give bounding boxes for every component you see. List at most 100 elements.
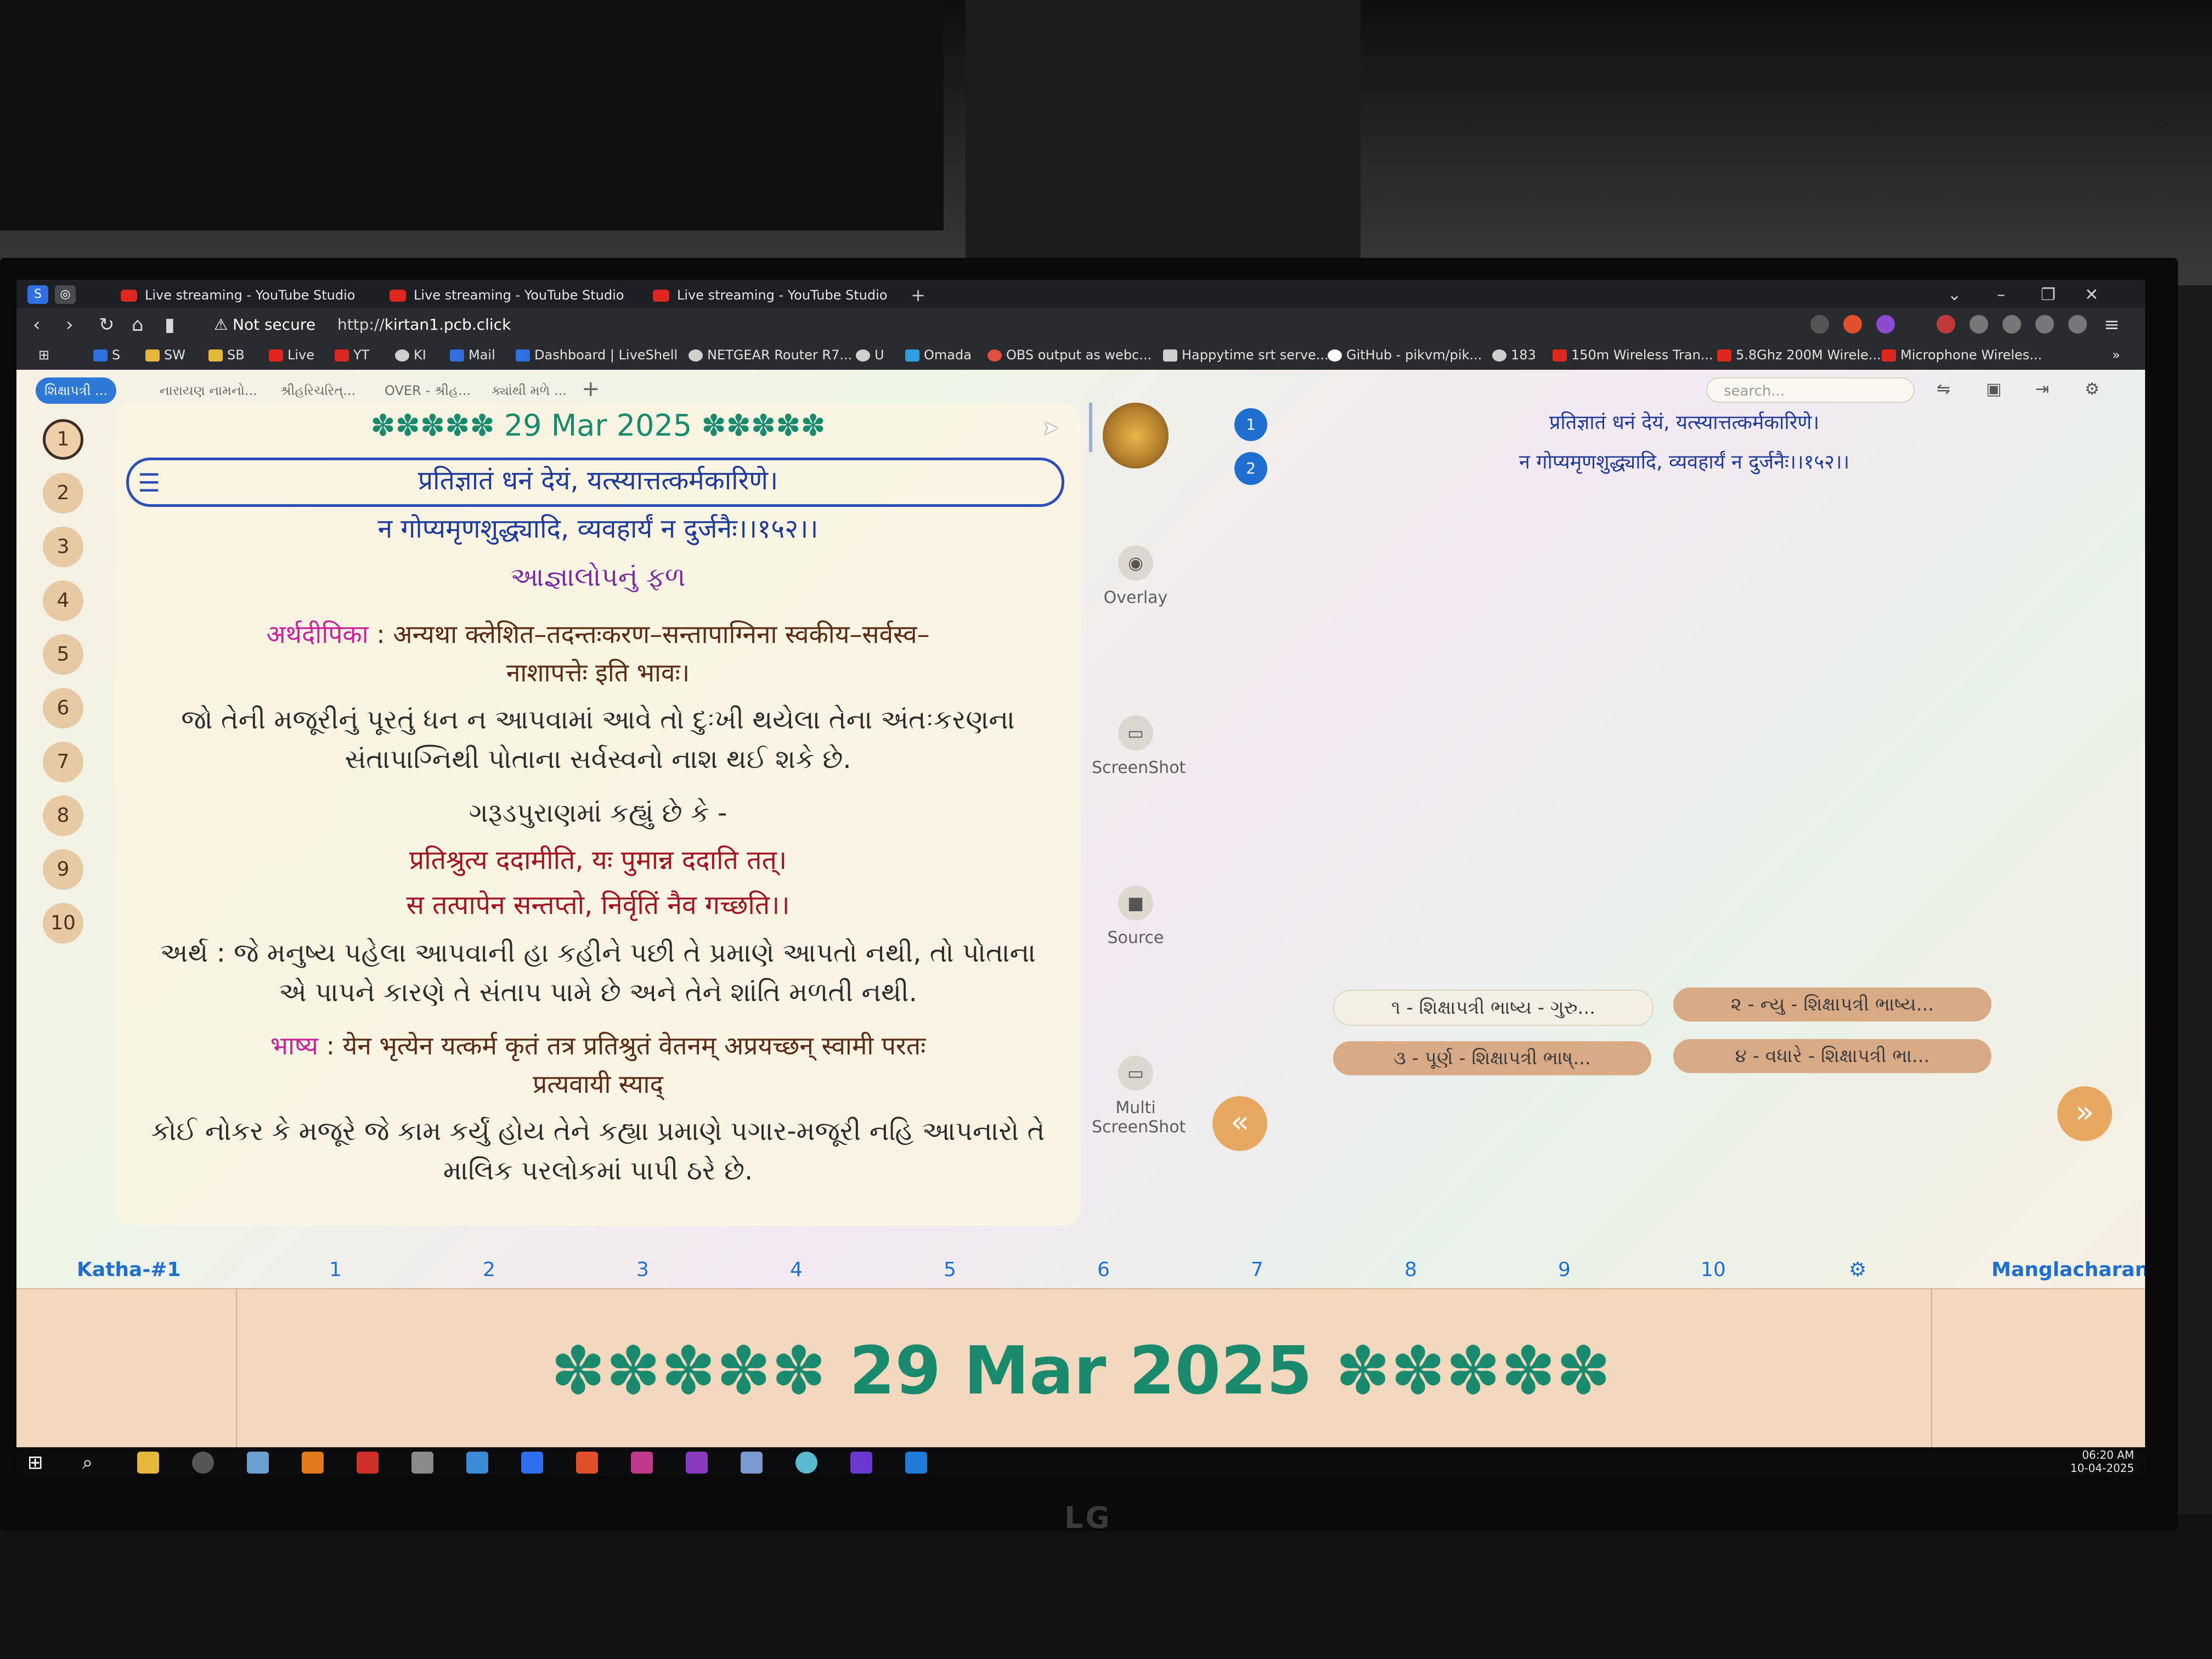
- preview-line-number[interactable]: 1: [1234, 408, 1267, 441]
- bookmark-item[interactable]: U: [856, 347, 884, 363]
- page-link[interactable]: 10: [1701, 1259, 1726, 1281]
- bookmark-item[interactable]: Live: [269, 347, 314, 363]
- verse-number-button[interactable]: 4: [43, 580, 83, 621]
- add-tab-button[interactable]: +: [582, 376, 600, 402]
- bookmark-item[interactable]: Omada: [905, 347, 972, 363]
- search-input[interactable]: search...: [1706, 377, 1915, 403]
- browser-tab[interactable]: Live streaming - YouTube Studio: [653, 284, 887, 306]
- settings-icon[interactable]: ⚙: [1849, 1259, 1866, 1281]
- app-tab[interactable]: શ્રીહરિચરિત્...: [272, 377, 364, 404]
- bookmark-item[interactable]: Microphone Wireles...: [1882, 347, 2042, 363]
- bookmark-item[interactable]: GitHub - pikvm/pik...: [1328, 347, 1482, 363]
- workspace-icon[interactable]: ◎: [55, 285, 76, 304]
- bookmark-item[interactable]: 5.8Ghz 200M Wirele...: [1717, 347, 1881, 363]
- gear-icon[interactable]: ⚙: [2085, 380, 2100, 399]
- page-link[interactable]: 6: [1097, 1259, 1110, 1281]
- source-chip[interactable]: ૩ - પૂર્ણ - શિક્ષાપત્રી ભાષ્...: [1333, 1041, 1651, 1075]
- multi-screenshot-button[interactable]: ▭ Multi ScreenShot: [1092, 1056, 1186, 1137]
- vpn-icon[interactable]: [2068, 315, 2087, 334]
- teamviewer-icon[interactable]: [192, 1452, 214, 1474]
- bookmark-item[interactable]: KI: [395, 347, 426, 363]
- overlay-button[interactable]: ◉ Overlay: [1092, 545, 1180, 607]
- source-chip[interactable]: ૪ - વધારે - શિક્ષાપત્રી ભા...: [1673, 1039, 1991, 1073]
- brave-rewards-icon[interactable]: [1876, 315, 1895, 334]
- app-icon[interactable]: [686, 1452, 708, 1474]
- verse-number-button[interactable]: 9: [43, 849, 83, 890]
- page-link[interactable]: 2: [483, 1259, 495, 1281]
- app-tab[interactable]: શિક્ષાપત્રી ...: [36, 377, 116, 404]
- app-tab[interactable]: OVER - શ્રીહ...: [376, 377, 479, 404]
- bookmark-item[interactable]: NETGEAR Router R7...: [689, 347, 852, 363]
- bookmark-item[interactable]: SW: [145, 347, 185, 363]
- forward-icon[interactable]: ›: [66, 314, 74, 336]
- app-tab[interactable]: નારાયણ નામનો...: [151, 377, 266, 404]
- anydesk-icon[interactable]: [357, 1452, 379, 1474]
- apps-grid-icon[interactable]: ⊞: [38, 347, 49, 363]
- export-icon[interactable]: ⇥: [2035, 380, 2049, 399]
- extension-icon[interactable]: [1970, 315, 1988, 334]
- more-bookmarks-icon[interactable]: »: [2112, 347, 2120, 363]
- back-icon[interactable]: ‹: [33, 314, 41, 336]
- katha-link[interactable]: Katha-#1: [77, 1259, 180, 1281]
- source-button[interactable]: ■ Source: [1092, 885, 1180, 947]
- page-link[interactable]: 4: [790, 1259, 803, 1281]
- app-tab[interactable]: ક્યાંથી મળે ...: [483, 377, 575, 404]
- verse-number-button[interactable]: 3: [43, 527, 83, 567]
- next-button[interactable]: »: [2057, 1086, 2112, 1141]
- bookmark-item[interactable]: Mail: [450, 347, 495, 363]
- verse-number-button[interactable]: 1: [43, 419, 83, 460]
- bookmark-item[interactable]: SB: [208, 347, 245, 363]
- brave-icon[interactable]: [576, 1452, 598, 1474]
- app-icon[interactable]: [411, 1452, 433, 1474]
- close-icon[interactable]: ✕: [2085, 284, 2098, 306]
- search-icon[interactable]: ⌕: [82, 1452, 104, 1474]
- verse-number-button[interactable]: 5: [43, 634, 83, 675]
- wallet-icon[interactable]: [2002, 315, 2021, 334]
- security-indicator[interactable]: ⚠ Not secure: [214, 315, 315, 335]
- app-icon[interactable]: [795, 1452, 817, 1474]
- verse-number-button[interactable]: 10: [43, 903, 83, 944]
- app-icon[interactable]: [631, 1452, 653, 1474]
- browser-tab[interactable]: Live streaming - YouTube Studio: [121, 284, 355, 306]
- zoom-icon[interactable]: [521, 1452, 543, 1474]
- bookmark-item[interactable]: Happytime srt serve...: [1163, 347, 1329, 363]
- browser-profile-icon[interactable]: S: [27, 285, 48, 304]
- page-link[interactable]: 9: [1558, 1259, 1571, 1281]
- verse-number-button[interactable]: 7: [43, 742, 83, 782]
- screenshot-button[interactable]: ▭ ScreenShot: [1092, 715, 1186, 777]
- store-icon[interactable]: [466, 1452, 488, 1474]
- bookmark-item[interactable]: S: [93, 347, 120, 363]
- minimize-icon[interactable]: –: [1997, 284, 2005, 306]
- page-link[interactable]: 3: [636, 1259, 649, 1281]
- source-chip[interactable]: ૨ - ન્યુ - શિક્ષાપત્રી ભાષ્ય...: [1673, 988, 1991, 1022]
- verse-number-button[interactable]: 2: [43, 473, 83, 514]
- system-clock[interactable]: 06:20 AM 10-04-2025: [2070, 1448, 2134, 1475]
- app-icon[interactable]: [741, 1452, 763, 1474]
- verse-number-button[interactable]: 8: [43, 795, 83, 836]
- manglacharan-link[interactable]: Manglacharan: [1991, 1259, 2145, 1281]
- file-explorer-icon[interactable]: [137, 1452, 159, 1474]
- split-icon[interactable]: ⇋: [1937, 380, 1950, 399]
- page-link[interactable]: 1: [329, 1259, 342, 1281]
- bookmark-item[interactable]: 150m Wireless Tran...: [1553, 347, 1713, 363]
- page-link[interactable]: 5: [944, 1259, 956, 1281]
- reload-icon[interactable]: ↻: [99, 314, 115, 336]
- url-field[interactable]: http://kirtan1.pcb.click: [337, 315, 511, 335]
- bookmark-item[interactable]: OBS output as webc...: [988, 347, 1152, 363]
- new-tab-button[interactable]: +: [911, 284, 926, 306]
- bookmark-icon[interactable]: ▮: [165, 314, 175, 336]
- windows-start-icon[interactable]: ⊞: [27, 1452, 49, 1474]
- previous-button[interactable]: «: [1212, 1096, 1267, 1151]
- browser-tab[interactable]: Live streaming - YouTube Studio: [390, 284, 624, 306]
- bookmark-item[interactable]: YT: [335, 347, 369, 363]
- layout-icon[interactable]: ▣: [1986, 380, 2001, 399]
- tab-list-icon[interactable]: ⌄: [1948, 284, 1961, 306]
- share-icon[interactable]: [1810, 315, 1829, 334]
- visual-studio-icon[interactable]: [850, 1452, 872, 1474]
- bookmark-item[interactable]: Dashboard | LiveShell: [516, 347, 678, 363]
- app-icon[interactable]: [247, 1452, 269, 1474]
- vlc-icon[interactable]: [302, 1452, 324, 1474]
- brave-shields-icon[interactable]: [1843, 315, 1862, 334]
- page-link[interactable]: 8: [1404, 1259, 1417, 1281]
- vscode-icon[interactable]: [905, 1452, 927, 1474]
